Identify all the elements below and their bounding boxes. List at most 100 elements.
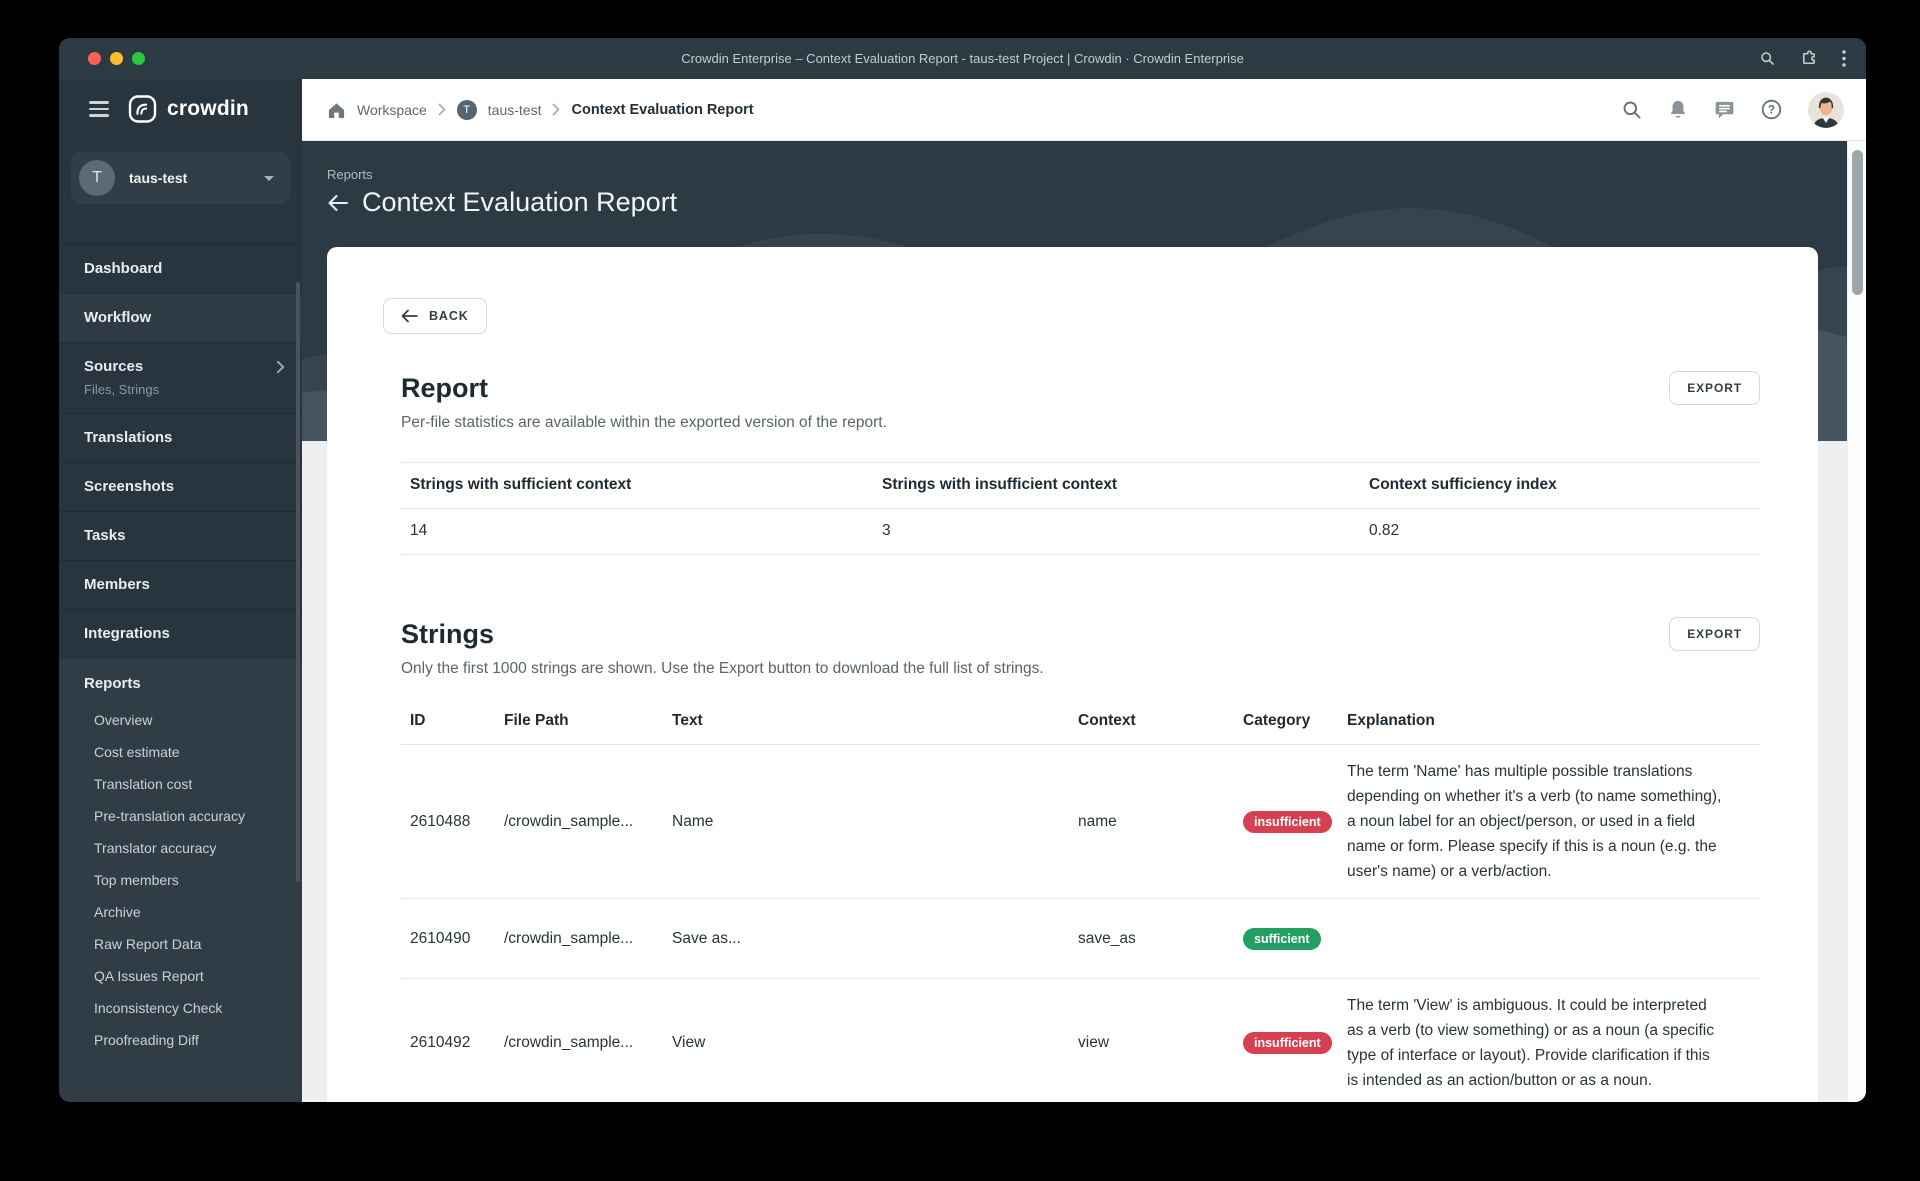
breadcrumb-project[interactable]: taus-test [488,102,542,118]
sidebar-item-sublabel: Files, Strings [84,382,160,397]
traffic-lights [88,52,145,65]
category-badge: sufficient [1243,927,1321,950]
chat-icon[interactable] [1714,100,1735,120]
stats-column-header: Strings with insufficient context [882,476,1118,493]
cell-explanation [1347,925,1760,953]
report-heading: Report [401,373,488,403]
stats-header-row: Strings with sufficient context Strings w… [401,463,1760,509]
cell-text: Save as... [672,929,741,947]
window-titlebar: Crowdin Enterprise – Context Evaluation … [59,38,1866,79]
project-avatar: T [79,160,115,196]
strings-column-header-text: Text [672,712,703,729]
category-badge: insufficient [1243,810,1332,833]
project-name: taus-test [129,170,188,186]
stats-column-header: Strings with sufficient context [410,476,632,493]
sidebar-item-translator-accuracy[interactable]: Translator accuracy [59,832,302,864]
back-button[interactable]: BACK [383,298,487,334]
sidebar-item-archive[interactable]: Archive [59,896,302,928]
strings-table: ID File Path Text Context Category Explanatio… [401,702,1760,1102]
crowdin-mark-icon [128,95,157,123]
sidebar-item-translations[interactable]: Translations [59,413,302,462]
strings-column-header-explanation: Explanation [1347,712,1435,729]
sidebar-item-overview[interactable]: Overview [59,704,302,736]
strings-export-button[interactable]: EXPORT [1669,617,1760,651]
sidebar-item-workflow[interactable]: Workflow [59,293,302,342]
sidebar-item-cost-estimate[interactable]: Cost estimate [59,736,302,768]
cell-category: sufficient [1243,914,1347,964]
minimize-button[interactable] [110,52,123,65]
sidebar: crowdin T taus-test Dashboard Workflow Sou… [59,79,302,1102]
sidebar-nav: Dashboard Workflow Sources Files, Strings Tr… [59,244,302,658]
report-export-button[interactable]: EXPORT [1669,371,1760,405]
main-area: Workspace T taus-test Context Evaluation… [302,79,1866,1102]
kebab-menu-icon[interactable] [1842,50,1846,67]
sidebar-item-translation-cost[interactable]: Translation cost [59,768,302,800]
sidebar-item-pre-translation-accuracy[interactable]: Pre-translation accuracy [59,800,302,832]
crowdin-logo[interactable]: crowdin [128,94,249,124]
sidebar-item-label: Integrations [84,625,170,642]
breadcrumb: Workspace T taus-test Context Evaluation… [327,99,754,120]
breadcrumb-workspace[interactable]: Workspace [357,102,427,118]
sidebar-item-raw-report-data[interactable]: Raw Report Data [59,928,302,960]
sidebar-item-proofreading-diff[interactable]: Proofreading Diff [59,1024,302,1056]
cell-category: insufficient [1243,1018,1347,1068]
cell-id: 2610488 [410,812,471,830]
sidebar-item-qa-issues-report[interactable]: QA Issues Report [59,960,302,992]
svg-text:?: ? [1768,103,1775,117]
cell-context: save_as [1078,929,1136,947]
chevron-right-icon [276,360,285,379]
cell-id: 2610492 [410,1034,471,1051]
sidebar-reports-section: Reports Overview Cost estimate Translation… [59,658,302,1102]
sidebar-item-top-members[interactable]: Top members [59,864,302,896]
project-selector[interactable]: T taus-test [71,152,290,204]
back-arrow-icon[interactable] [327,194,349,212]
sidebar-item-reports[interactable]: Reports [59,659,302,704]
sidebar-item-label: Members [84,576,150,593]
sidebar-item-tasks[interactable]: Tasks [59,511,302,560]
caret-down-icon [264,175,274,181]
page-content: Reports Context Evaluation Report BACK R… [302,141,1866,1102]
close-button[interactable] [88,52,101,65]
page-scrollbar-thumb[interactable] [1852,150,1863,295]
sidebar-item-sources[interactable]: Sources Files, Strings [59,342,302,413]
cell-text: View [672,1034,706,1051]
stats-value: 0.82 [1369,522,1400,539]
breadcrumb-project-avatar[interactable]: T [456,99,477,120]
category-badge: insufficient [1243,1032,1332,1054]
brand-wordmark: crowdin [167,97,249,120]
sidebar-scrollbar[interactable] [296,282,300,882]
table-row: 2610488/crowdin_sample... Name name insuffi… [401,745,1760,899]
zoom-button[interactable] [132,52,145,65]
sidebar-item-integrations[interactable]: Integrations [59,609,302,658]
home-icon[interactable] [327,101,346,119]
browser-window: Crowdin Enterprise – Context Evaluation … [59,38,1866,1102]
stats-value: 14 [410,522,428,539]
hamburger-menu-icon[interactable] [89,101,109,117]
report-section: Report EXPORT Per-file statistics are av… [401,371,1760,555]
stats-value-row: 14 3 0.82 [401,509,1760,554]
bell-icon[interactable] [1668,99,1688,120]
sidebar-item-label: Tasks [84,527,126,544]
cell-file-path: /crowdin_sample... [504,929,634,947]
sidebar-item-inconsistency-check[interactable]: Inconsistency Check [59,992,302,1024]
strings-section: Strings EXPORT Only the first 1000 strin… [401,617,1760,1102]
report-subtitle: Per-file statistics are available within… [401,414,887,431]
page-scrollbar[interactable] [1847,141,1866,1102]
search-icon[interactable] [1760,51,1775,66]
chevron-right-icon [553,103,560,116]
search-icon[interactable] [1622,100,1642,120]
extensions-icon[interactable] [1799,49,1818,68]
table-row: 2610490/crowdin_sample... Save as... save_… [401,899,1760,979]
sidebar-item-screenshots[interactable]: Screenshots [59,462,302,511]
cell-explanation: The term 'Name' has multiple possible tr… [1347,763,1722,880]
strings-column-header-file-path: File Path [504,712,569,729]
top-navbar: Workspace T taus-test Context Evaluation… [302,79,1866,141]
help-icon[interactable]: ? [1761,99,1782,120]
chevron-right-icon [438,103,446,116]
strings-column-header-context: Context [1078,712,1136,729]
cell-explanation: The term 'View' is ambiguous. It could b… [1347,997,1715,1089]
sidebar-item-dashboard[interactable]: Dashboard [59,244,302,293]
cell-id: 2610490 [410,929,471,947]
sidebar-item-members[interactable]: Members [59,560,302,609]
user-avatar[interactable] [1808,91,1844,128]
